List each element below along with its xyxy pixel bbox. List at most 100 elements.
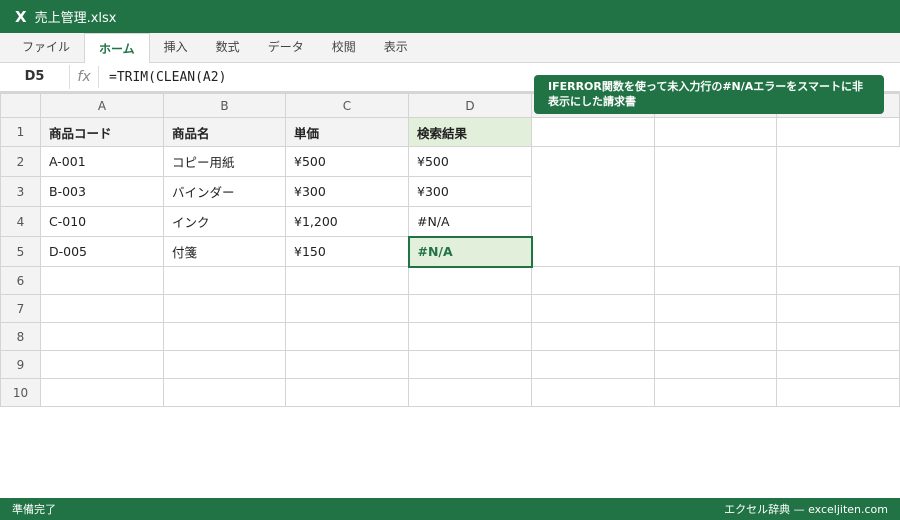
tab-home[interactable]: ホーム <box>84 33 150 63</box>
cell-A7[interactable] <box>40 294 164 323</box>
row-header[interactable]: 5 <box>0 236 41 267</box>
cell-C4[interactable]: ¥1,200 <box>285 206 409 237</box>
cell-A2[interactable]: A-001 <box>40 146 164 177</box>
tab-data[interactable]: データ <box>254 32 318 62</box>
row-header[interactable]: 6 <box>0 266 41 295</box>
cell-D5[interactable]: #N/A <box>407 235 533 268</box>
column-header-D[interactable]: D <box>408 93 532 118</box>
row-header[interactable]: 3 <box>0 176 41 207</box>
row-header[interactable]: 4 <box>0 206 41 237</box>
cell-A10[interactable] <box>40 378 164 407</box>
cell-C5[interactable]: ¥150 <box>285 236 409 267</box>
cell-G8[interactable] <box>776 322 900 351</box>
cell-C10[interactable] <box>285 378 409 407</box>
cell-D8[interactable] <box>408 322 532 351</box>
cell-E9[interactable] <box>531 350 655 379</box>
row-header[interactable]: 9 <box>0 350 41 379</box>
cell-B6[interactable] <box>163 266 286 295</box>
cell-E3[interactable] <box>531 176 655 207</box>
cell-C3[interactable]: ¥300 <box>285 176 409 207</box>
cell-E4[interactable] <box>531 206 655 237</box>
cell-G1[interactable] <box>776 117 900 147</box>
cell-B8[interactable] <box>163 322 286 351</box>
cell-D6[interactable] <box>408 266 532 295</box>
cell-E6[interactable] <box>531 266 655 295</box>
cell-A9[interactable] <box>40 350 164 379</box>
tab-file[interactable]: ファイル <box>8 32 84 62</box>
row-header[interactable]: 10 <box>0 378 41 407</box>
formula-input[interactable]: =TRIM(CLEAN(A2) <box>99 70 226 85</box>
cell-A6[interactable] <box>40 266 164 295</box>
cell-A3[interactable]: B-003 <box>40 176 164 207</box>
cell-G10[interactable] <box>776 378 900 407</box>
cell-C9[interactable] <box>285 350 409 379</box>
cell-F7[interactable] <box>654 294 777 323</box>
cell-B2[interactable]: コピー用紙 <box>163 146 286 177</box>
cell-G9[interactable] <box>776 350 900 379</box>
cell-B5[interactable]: 付箋 <box>163 236 286 267</box>
cell-D3[interactable]: ¥300 <box>408 176 532 207</box>
tab-review[interactable]: 校閲 <box>318 32 370 62</box>
cell-E7[interactable] <box>531 294 655 323</box>
cell-F5[interactable] <box>654 236 777 267</box>
cell-E10[interactable] <box>531 378 655 407</box>
cell-F8[interactable] <box>654 322 777 351</box>
cell-A5[interactable]: D-005 <box>40 236 164 267</box>
cell-G6[interactable] <box>776 266 900 295</box>
cell-B10[interactable] <box>163 378 286 407</box>
cell-C1[interactable]: 単価 <box>285 117 409 147</box>
cell-E1[interactable] <box>531 117 655 147</box>
cell-F1[interactable] <box>654 117 777 147</box>
table-row: 7 <box>0 294 900 323</box>
cell-A8[interactable] <box>40 322 164 351</box>
title-bar: X 売上管理.xlsx <box>0 0 900 33</box>
cell-G3[interactable] <box>776 176 900 207</box>
cell-B3[interactable]: バインダー <box>163 176 286 207</box>
cell-A4[interactable]: C-010 <box>40 206 164 237</box>
tab-formulas[interactable]: 数式 <box>202 32 254 62</box>
cell-D9[interactable] <box>408 350 532 379</box>
column-header-B[interactable]: B <box>163 93 286 118</box>
corner-cell[interactable] <box>0 93 41 118</box>
cell-F4[interactable] <box>654 206 777 237</box>
cell-C8[interactable] <box>285 322 409 351</box>
cell-D1[interactable]: 検索結果 <box>408 117 532 147</box>
table-row: 5 D-005 付箋 ¥150 #N/A <box>0 235 900 268</box>
cell-E2[interactable] <box>531 146 655 177</box>
row-header[interactable]: 2 <box>0 146 41 177</box>
cell-F10[interactable] <box>654 378 777 407</box>
cell-B7[interactable] <box>163 294 286 323</box>
cell-B4[interactable]: インク <box>163 206 286 237</box>
fx-icon[interactable]: fx <box>70 66 99 88</box>
cell-F9[interactable] <box>654 350 777 379</box>
table-row: 3 B-003 バインダー ¥300 ¥300 <box>0 176 900 207</box>
cell-G7[interactable] <box>776 294 900 323</box>
cell-B9[interactable] <box>163 350 286 379</box>
row-header[interactable]: 8 <box>0 322 41 351</box>
tab-view[interactable]: 表示 <box>370 32 422 62</box>
cell-D7[interactable] <box>408 294 532 323</box>
row-header[interactable]: 1 <box>0 117 41 147</box>
cell-C6[interactable] <box>285 266 409 295</box>
cell-E8[interactable] <box>531 322 655 351</box>
cell-C2[interactable]: ¥500 <box>285 146 409 177</box>
table-row: 8 <box>0 322 900 351</box>
cell-F2[interactable] <box>654 146 777 177</box>
cell-D2[interactable]: ¥500 <box>408 146 532 177</box>
cell-D10[interactable] <box>408 378 532 407</box>
cell-D4[interactable]: #N/A <box>408 206 532 237</box>
cell-F6[interactable] <box>654 266 777 295</box>
cell-G5[interactable] <box>776 236 900 267</box>
column-header-A[interactable]: A <box>40 93 164 118</box>
tab-insert[interactable]: 挿入 <box>150 32 202 62</box>
cell-E5[interactable] <box>531 236 655 267</box>
cell-B1[interactable]: 商品名 <box>163 117 286 147</box>
cell-F3[interactable] <box>654 176 777 207</box>
row-header[interactable]: 7 <box>0 294 41 323</box>
cell-G2[interactable] <box>776 146 900 177</box>
cell-C7[interactable] <box>285 294 409 323</box>
cell-A1[interactable]: 商品コード <box>40 117 164 147</box>
cell-G4[interactable] <box>776 206 900 237</box>
name-box[interactable]: D5 <box>0 65 70 89</box>
column-header-C[interactable]: C <box>285 93 409 118</box>
